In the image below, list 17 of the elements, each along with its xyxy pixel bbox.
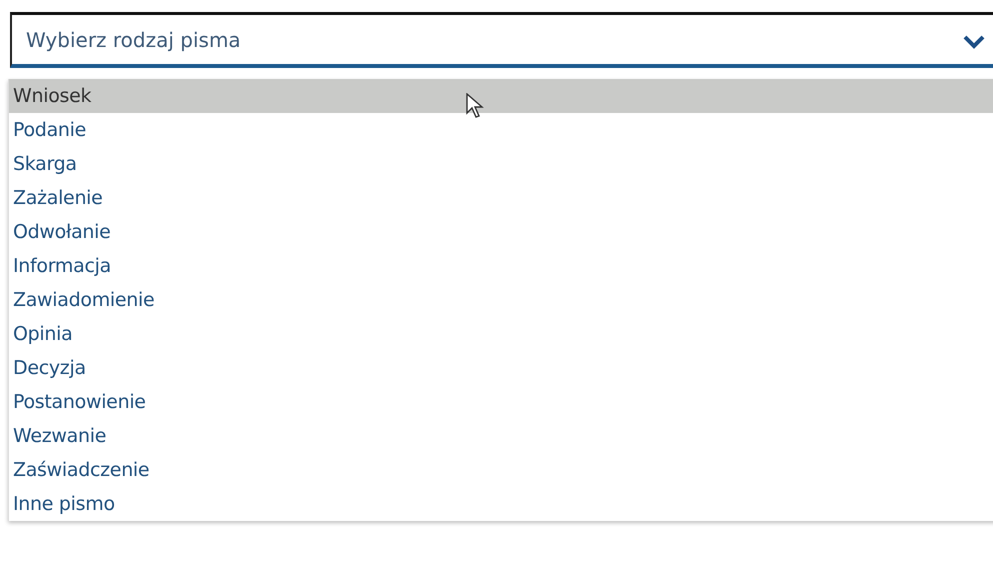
chevron-down-icon bbox=[963, 35, 985, 49]
mouse-cursor-icon bbox=[466, 93, 484, 119]
dropdown-option[interactable]: Decyzja bbox=[9, 351, 993, 385]
dropdown-option[interactable]: Opinia bbox=[9, 317, 993, 351]
dropdown-option[interactable]: Zawiadomienie bbox=[9, 283, 993, 317]
dropdown-option[interactable]: Informacja bbox=[9, 249, 993, 283]
dropdown-option[interactable]: Wezwanie bbox=[9, 419, 993, 453]
dropdown-option[interactable]: Inne pismo bbox=[9, 487, 993, 521]
select-field[interactable]: Wybierz rodzaj pisma bbox=[10, 12, 993, 68]
dropdown-option[interactable]: Zaświadczenie bbox=[9, 453, 993, 487]
dropdown-option[interactable]: Wniosek bbox=[9, 79, 993, 113]
dropdown-option[interactable]: Podanie bbox=[9, 113, 993, 147]
dropdown-option[interactable]: Postanowienie bbox=[9, 385, 993, 419]
dropdown-option[interactable]: Zażalenie bbox=[9, 181, 993, 215]
dropdown-option[interactable]: Odwołanie bbox=[9, 215, 993, 249]
dropdown-option[interactable]: Skarga bbox=[9, 147, 993, 181]
select-placeholder: Wybierz rodzaj pisma bbox=[26, 28, 241, 52]
